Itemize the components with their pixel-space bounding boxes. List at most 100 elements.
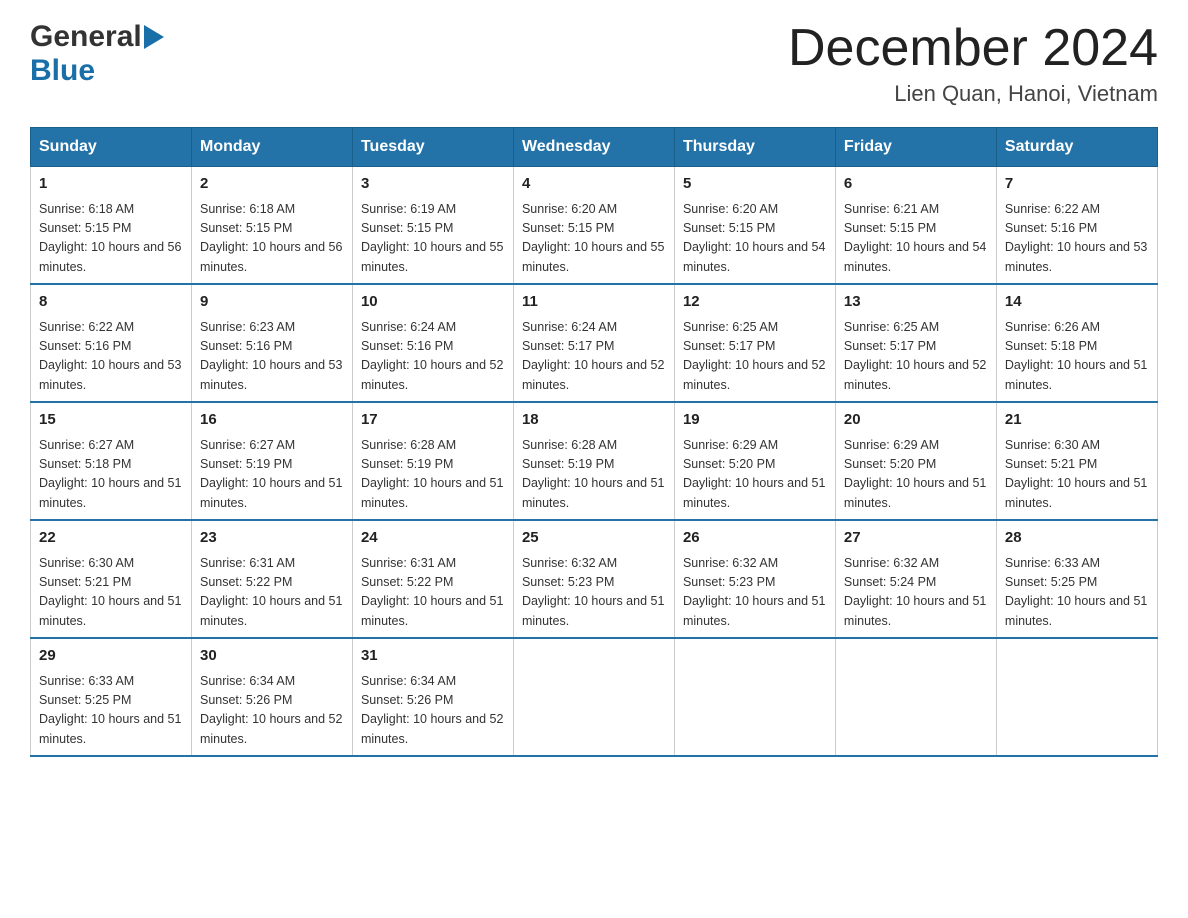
col-thursday: Thursday xyxy=(674,128,835,167)
day-info: Sunrise: 6:29 AMSunset: 5:20 PMDaylight:… xyxy=(844,436,988,514)
day-info: Sunrise: 6:22 AMSunset: 5:16 PMDaylight:… xyxy=(39,318,183,396)
calendar-cell: 31 Sunrise: 6:34 AMSunset: 5:26 PMDaylig… xyxy=(352,638,513,756)
month-title: December 2024 xyxy=(788,20,1158,77)
day-number: 13 xyxy=(844,291,988,314)
calendar-cell: 15 Sunrise: 6:27 AMSunset: 5:18 PMDaylig… xyxy=(31,402,192,520)
col-tuesday: Tuesday xyxy=(352,128,513,167)
calendar-cell: 1 Sunrise: 6:18 AMSunset: 5:15 PMDayligh… xyxy=(31,167,192,285)
day-number: 30 xyxy=(200,645,344,668)
day-info: Sunrise: 6:28 AMSunset: 5:19 PMDaylight:… xyxy=(361,436,505,514)
logo: General Blue xyxy=(30,20,166,88)
calendar-cell xyxy=(835,638,996,756)
col-wednesday: Wednesday xyxy=(513,128,674,167)
calendar-cell: 12 Sunrise: 6:25 AMSunset: 5:17 PMDaylig… xyxy=(674,284,835,402)
calendar-cell: 7 Sunrise: 6:22 AMSunset: 5:16 PMDayligh… xyxy=(996,167,1157,285)
day-info: Sunrise: 6:28 AMSunset: 5:19 PMDaylight:… xyxy=(522,436,666,514)
calendar-header-row: Sunday Monday Tuesday Wednesday Thursday… xyxy=(31,128,1158,167)
day-number: 27 xyxy=(844,527,988,550)
calendar-cell: 10 Sunrise: 6:24 AMSunset: 5:16 PMDaylig… xyxy=(352,284,513,402)
day-info: Sunrise: 6:21 AMSunset: 5:15 PMDaylight:… xyxy=(844,200,988,278)
calendar-cell: 22 Sunrise: 6:30 AMSunset: 5:21 PMDaylig… xyxy=(31,520,192,638)
calendar-week-1: 1 Sunrise: 6:18 AMSunset: 5:15 PMDayligh… xyxy=(31,167,1158,285)
day-number: 5 xyxy=(683,173,827,196)
day-number: 29 xyxy=(39,645,183,668)
day-info: Sunrise: 6:33 AMSunset: 5:25 PMDaylight:… xyxy=(39,672,183,750)
calendar-cell: 18 Sunrise: 6:28 AMSunset: 5:19 PMDaylig… xyxy=(513,402,674,520)
day-number: 26 xyxy=(683,527,827,550)
day-number: 3 xyxy=(361,173,505,196)
day-info: Sunrise: 6:29 AMSunset: 5:20 PMDaylight:… xyxy=(683,436,827,514)
day-number: 31 xyxy=(361,645,505,668)
day-info: Sunrise: 6:32 AMSunset: 5:23 PMDaylight:… xyxy=(683,554,827,632)
calendar-cell: 17 Sunrise: 6:28 AMSunset: 5:19 PMDaylig… xyxy=(352,402,513,520)
day-number: 9 xyxy=(200,291,344,314)
day-info: Sunrise: 6:19 AMSunset: 5:15 PMDaylight:… xyxy=(361,200,505,278)
col-sunday: Sunday xyxy=(31,128,192,167)
day-number: 19 xyxy=(683,409,827,432)
calendar-cell: 28 Sunrise: 6:33 AMSunset: 5:25 PMDaylig… xyxy=(996,520,1157,638)
calendar-cell: 25 Sunrise: 6:32 AMSunset: 5:23 PMDaylig… xyxy=(513,520,674,638)
day-number: 2 xyxy=(200,173,344,196)
day-info: Sunrise: 6:25 AMSunset: 5:17 PMDaylight:… xyxy=(683,318,827,396)
day-number: 8 xyxy=(39,291,183,314)
location: Lien Quan, Hanoi, Vietnam xyxy=(788,81,1158,107)
calendar-cell: 9 Sunrise: 6:23 AMSunset: 5:16 PMDayligh… xyxy=(191,284,352,402)
calendar-cell: 21 Sunrise: 6:30 AMSunset: 5:21 PMDaylig… xyxy=(996,402,1157,520)
day-info: Sunrise: 6:24 AMSunset: 5:16 PMDaylight:… xyxy=(361,318,505,396)
day-info: Sunrise: 6:18 AMSunset: 5:15 PMDaylight:… xyxy=(200,200,344,278)
day-info: Sunrise: 6:24 AMSunset: 5:17 PMDaylight:… xyxy=(522,318,666,396)
day-info: Sunrise: 6:25 AMSunset: 5:17 PMDaylight:… xyxy=(844,318,988,396)
calendar-cell: 3 Sunrise: 6:19 AMSunset: 5:15 PMDayligh… xyxy=(352,167,513,285)
day-number: 20 xyxy=(844,409,988,432)
day-info: Sunrise: 6:31 AMSunset: 5:22 PMDaylight:… xyxy=(200,554,344,632)
day-info: Sunrise: 6:31 AMSunset: 5:22 PMDaylight:… xyxy=(361,554,505,632)
day-info: Sunrise: 6:26 AMSunset: 5:18 PMDaylight:… xyxy=(1005,318,1149,396)
day-number: 1 xyxy=(39,173,183,196)
logo-arrow-icon xyxy=(144,23,166,51)
calendar-cell: 16 Sunrise: 6:27 AMSunset: 5:19 PMDaylig… xyxy=(191,402,352,520)
calendar-cell: 8 Sunrise: 6:22 AMSunset: 5:16 PMDayligh… xyxy=(31,284,192,402)
day-number: 21 xyxy=(1005,409,1149,432)
day-number: 11 xyxy=(522,291,666,314)
day-number: 18 xyxy=(522,409,666,432)
day-number: 22 xyxy=(39,527,183,550)
day-info: Sunrise: 6:20 AMSunset: 5:15 PMDaylight:… xyxy=(522,200,666,278)
day-info: Sunrise: 6:32 AMSunset: 5:24 PMDaylight:… xyxy=(844,554,988,632)
day-number: 4 xyxy=(522,173,666,196)
logo-blue: Blue xyxy=(30,54,95,87)
day-number: 24 xyxy=(361,527,505,550)
calendar-cell: 6 Sunrise: 6:21 AMSunset: 5:15 PMDayligh… xyxy=(835,167,996,285)
day-info: Sunrise: 6:27 AMSunset: 5:19 PMDaylight:… xyxy=(200,436,344,514)
day-info: Sunrise: 6:18 AMSunset: 5:15 PMDaylight:… xyxy=(39,200,183,278)
page-header: General Blue December 2024 Lien Quan, Ha… xyxy=(30,20,1158,107)
day-number: 15 xyxy=(39,409,183,432)
day-number: 17 xyxy=(361,409,505,432)
day-info: Sunrise: 6:23 AMSunset: 5:16 PMDaylight:… xyxy=(200,318,344,396)
calendar-week-2: 8 Sunrise: 6:22 AMSunset: 5:16 PMDayligh… xyxy=(31,284,1158,402)
logo-general: General xyxy=(30,20,142,54)
day-number: 25 xyxy=(522,527,666,550)
calendar-table: Sunday Monday Tuesday Wednesday Thursday… xyxy=(30,127,1158,757)
day-number: 6 xyxy=(844,173,988,196)
calendar-cell: 30 Sunrise: 6:34 AMSunset: 5:26 PMDaylig… xyxy=(191,638,352,756)
day-number: 16 xyxy=(200,409,344,432)
calendar-cell: 27 Sunrise: 6:32 AMSunset: 5:24 PMDaylig… xyxy=(835,520,996,638)
day-info: Sunrise: 6:30 AMSunset: 5:21 PMDaylight:… xyxy=(39,554,183,632)
calendar-cell: 19 Sunrise: 6:29 AMSunset: 5:20 PMDaylig… xyxy=(674,402,835,520)
calendar-cell xyxy=(513,638,674,756)
calendar-cell: 13 Sunrise: 6:25 AMSunset: 5:17 PMDaylig… xyxy=(835,284,996,402)
calendar-cell: 11 Sunrise: 6:24 AMSunset: 5:17 PMDaylig… xyxy=(513,284,674,402)
day-info: Sunrise: 6:34 AMSunset: 5:26 PMDaylight:… xyxy=(361,672,505,750)
day-number: 12 xyxy=(683,291,827,314)
day-info: Sunrise: 6:22 AMSunset: 5:16 PMDaylight:… xyxy=(1005,200,1149,278)
calendar-cell xyxy=(996,638,1157,756)
calendar-week-5: 29 Sunrise: 6:33 AMSunset: 5:25 PMDaylig… xyxy=(31,638,1158,756)
col-friday: Friday xyxy=(835,128,996,167)
calendar-cell: 5 Sunrise: 6:20 AMSunset: 5:15 PMDayligh… xyxy=(674,167,835,285)
day-number: 14 xyxy=(1005,291,1149,314)
day-info: Sunrise: 6:27 AMSunset: 5:18 PMDaylight:… xyxy=(39,436,183,514)
calendar-cell: 20 Sunrise: 6:29 AMSunset: 5:20 PMDaylig… xyxy=(835,402,996,520)
day-number: 23 xyxy=(200,527,344,550)
col-saturday: Saturday xyxy=(996,128,1157,167)
day-info: Sunrise: 6:30 AMSunset: 5:21 PMDaylight:… xyxy=(1005,436,1149,514)
